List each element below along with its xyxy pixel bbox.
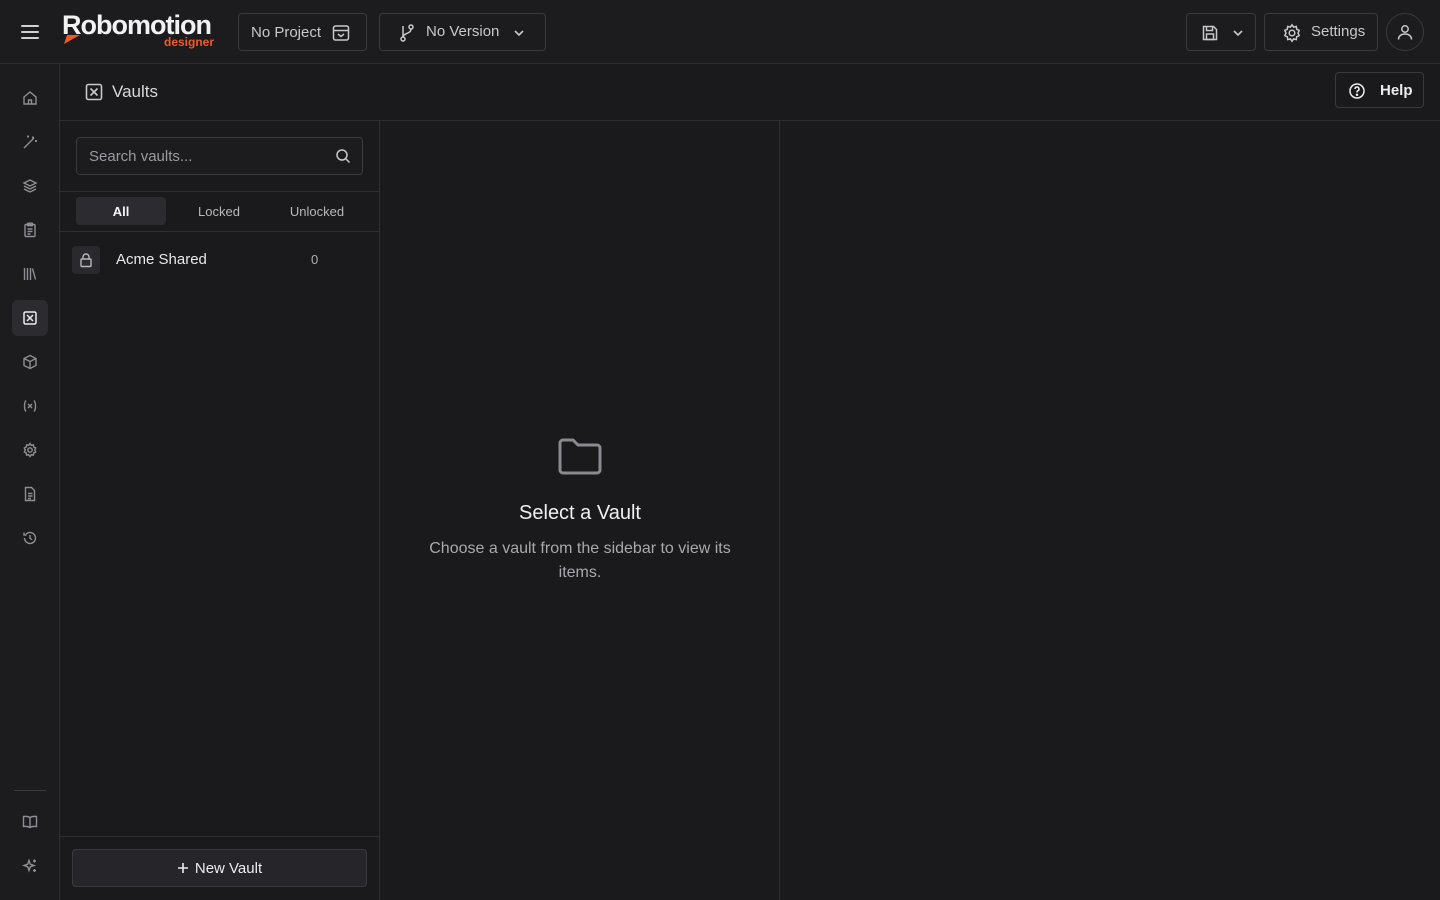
hamburger-menu-icon[interactable] bbox=[14, 16, 46, 48]
nav-variables[interactable] bbox=[12, 388, 48, 424]
settings-label: Settings bbox=[1311, 23, 1366, 40]
gear-icon bbox=[1282, 23, 1302, 43]
new-vault-label: New Vault bbox=[194, 859, 263, 877]
filter-tab-unlocked[interactable]: Unlocked bbox=[272, 197, 362, 225]
nav-docs-book[interactable] bbox=[12, 804, 48, 840]
vault-icon bbox=[84, 82, 104, 102]
folder-icon bbox=[557, 437, 603, 477]
vault-icon bbox=[22, 310, 38, 326]
home-icon bbox=[22, 90, 38, 106]
filter-tab-all[interactable]: All bbox=[76, 197, 166, 225]
vault-name: Acme Shared bbox=[116, 251, 207, 268]
nav-magic[interactable] bbox=[12, 124, 48, 160]
item-detail-panel bbox=[780, 121, 1440, 900]
vault-panel-footer: New Vault bbox=[60, 836, 379, 900]
git-branch-icon bbox=[397, 23, 417, 43]
book-icon bbox=[22, 814, 38, 830]
search-icon[interactable] bbox=[335, 148, 351, 164]
document-icon bbox=[22, 486, 38, 502]
vault-search-input[interactable] bbox=[77, 138, 327, 174]
user-icon bbox=[1396, 23, 1414, 41]
save-menu-button[interactable] bbox=[1186, 13, 1256, 51]
empty-state-title: Select a Vault bbox=[519, 502, 641, 524]
nav-home[interactable] bbox=[12, 80, 48, 116]
help-label: Help bbox=[1380, 82, 1413, 99]
nav-packages[interactable] bbox=[12, 344, 48, 380]
top-bar: Robomotion designer No Project No Versio… bbox=[0, 0, 1440, 64]
project-label: No Project bbox=[251, 23, 322, 41]
history-icon bbox=[22, 530, 38, 546]
package-icon bbox=[22, 354, 38, 370]
variable-icon bbox=[22, 398, 38, 414]
chevron-down-icon bbox=[511, 25, 527, 41]
empty-state-description: Choose a vault from the sidebar to view … bbox=[429, 540, 731, 581]
nav-history[interactable] bbox=[12, 520, 48, 556]
nav-clipboard[interactable] bbox=[12, 212, 48, 248]
nav-rail bbox=[0, 64, 60, 900]
project-selector-button[interactable]: No Project bbox=[238, 13, 367, 51]
nav-vaults[interactable] bbox=[12, 300, 48, 336]
lock-icon bbox=[72, 246, 100, 274]
version-label: No Version bbox=[426, 23, 500, 40]
robomotion-logo[interactable]: Robomotion designer bbox=[62, 10, 222, 54]
clipboard-icon bbox=[22, 222, 38, 238]
new-vault-button[interactable]: New Vault bbox=[72, 849, 367, 887]
nav-ai-assistant[interactable] bbox=[12, 848, 48, 884]
nav-layers[interactable] bbox=[12, 168, 48, 204]
chevron-down-icon bbox=[1230, 25, 1246, 41]
gear-icon bbox=[22, 442, 38, 458]
nav-documents[interactable] bbox=[12, 476, 48, 512]
user-avatar-button[interactable] bbox=[1386, 13, 1424, 51]
rail-divider bbox=[14, 790, 46, 791]
vault-item-count: 0 bbox=[311, 252, 319, 267]
floppy-disk-icon bbox=[1200, 23, 1220, 43]
nav-library[interactable] bbox=[12, 256, 48, 292]
layers-icon bbox=[22, 178, 38, 194]
page-header: Vaults Help bbox=[60, 64, 1440, 121]
version-selector-button[interactable]: No Version bbox=[379, 13, 546, 51]
logo-swoosh-icon bbox=[64, 35, 80, 44]
page-title: Vaults bbox=[112, 82, 158, 101]
vault-list-item[interactable]: Acme Shared 0 bbox=[60, 239, 379, 279]
plus-icon bbox=[177, 862, 189, 874]
magic-wand-icon bbox=[22, 134, 38, 150]
vault-detail-panel: Select a Vault Choose a vault from the s… bbox=[380, 121, 780, 900]
help-button[interactable]: Help bbox=[1335, 72, 1424, 108]
library-icon bbox=[22, 266, 38, 282]
filter-tab-locked[interactable]: Locked bbox=[174, 197, 264, 225]
vault-filter-tabs: All Locked Unlocked bbox=[60, 191, 379, 232]
vault-list-panel: All Locked Unlocked Acme Shared 0 New Va… bbox=[60, 121, 380, 900]
sparkle-icon bbox=[22, 858, 38, 874]
question-circle-icon bbox=[1348, 82, 1366, 100]
logo-subtitle: designer bbox=[163, 35, 214, 49]
settings-button[interactable]: Settings bbox=[1264, 13, 1378, 51]
vault-search-box bbox=[76, 137, 363, 175]
archive-box-icon bbox=[331, 23, 351, 43]
nav-settings[interactable] bbox=[12, 432, 48, 468]
